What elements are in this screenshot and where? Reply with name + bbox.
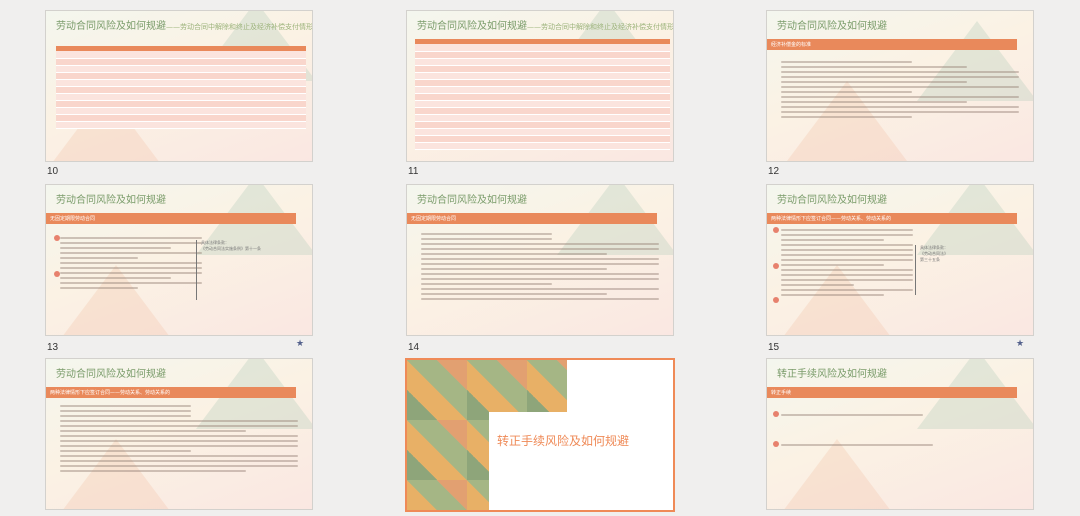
slide-title: 转正手续风险及如何规避 (497, 434, 630, 448)
slide-thumbnail-15[interactable]: 劳动合同风险及如何规避 两种法律情形下应签订合同——劳动关系、劳动关系的 具体法… (766, 184, 1034, 336)
white-panel (489, 412, 673, 510)
slide-thumbnail-13[interactable]: 劳动合同风险及如何规避 无固定期限劳动合同 具体法律条款： 《劳动合同法实施条例… (45, 184, 313, 336)
slide-body-text (781, 414, 923, 419)
slide-thumbnail-16[interactable]: 劳动合同风险及如何规避 两种法律情形下应签订合同——劳动关系、劳动关系的 (45, 358, 313, 510)
slide-title: 劳动合同风险及如何规避——劳动合同中解除和终止及经济补偿支付情形 (417, 21, 674, 32)
slide-table (56, 46, 306, 129)
law-reference-box: 具体法律条款： 《劳动合同法实施条例》第十一条 (196, 240, 296, 300)
slide-body-text (781, 61, 1019, 121)
slide-table (415, 39, 670, 150)
slide-number: 12 (768, 166, 780, 177)
slide-thumbnail-10[interactable]: 劳动合同风险及如何规避——劳动合同中解除和终止及经济补偿支付情形 (45, 10, 313, 162)
slide-number: 13 (47, 342, 59, 353)
slide-body-text (60, 237, 202, 292)
slide-title: 劳动合同风险及如何规避 (417, 195, 527, 206)
slide-thumbnail-12[interactable]: 劳动合同风险及如何规避 经济补偿金的标准 (766, 10, 1034, 162)
slide-thumbnail-17[interactable]: 转正手续风险及如何规避 (405, 358, 675, 512)
slide-title: 劳动合同风险及如何规避 (777, 195, 887, 206)
law-reference-box: 具体法律条款： 《劳动合同法》 第三十五条 (915, 245, 1025, 295)
slide-number: 11 (408, 166, 419, 177)
bullet-dot (773, 263, 779, 269)
bullet-dot (773, 411, 779, 417)
background-shape (777, 439, 897, 509)
slide-title: 劳动合同风险及如何规避 (56, 195, 166, 206)
slide-body-text (60, 405, 298, 475)
slide-title: 转正手续风险及如何规避 (777, 369, 887, 380)
slide-body-text (781, 444, 933, 449)
section-bar: 经济补偿金的标准 (767, 39, 1017, 50)
star-icon: ★ (296, 339, 305, 349)
slide-body-text (421, 233, 659, 303)
slide-thumbnail-18[interactable]: 转正手续风险及如何规避 转正手续 (766, 358, 1034, 510)
star-icon: ★ (1016, 339, 1025, 349)
bullet-dot (773, 441, 779, 447)
slide-title: 劳动合同风险及如何规避 (56, 369, 166, 380)
white-panel (567, 360, 673, 412)
slide-thumbnail-11[interactable]: 劳动合同风险及如何规避——劳动合同中解除和终止及经济补偿支付情形 (406, 10, 674, 162)
slide-title: 劳动合同风险及如何规避——劳动合同中解除和终止及经济补偿支付情形 (56, 21, 313, 32)
slide-number: 15 (768, 342, 780, 353)
slide-number: 10 (47, 166, 59, 177)
slide-number: 14 (408, 342, 420, 353)
slide-thumbnail-14[interactable]: 劳动合同风险及如何规避 无固定期限劳动合同 (406, 184, 674, 336)
slide-body-text (781, 229, 913, 299)
section-bar: 无固定期限劳动合同 (407, 213, 657, 224)
section-bar: 无固定期限劳动合同 (46, 213, 296, 224)
section-bar: 两种法律情形下应签订合同——劳动关系、劳动关系的 (767, 213, 1017, 224)
bullet-dot (773, 297, 779, 303)
section-bar: 转正手续 (767, 387, 1017, 398)
slide-title: 劳动合同风险及如何规避 (777, 21, 887, 32)
bullet-dot (773, 227, 779, 233)
section-bar: 两种法律情形下应签订合同——劳动关系、劳动关系的 (46, 387, 296, 398)
